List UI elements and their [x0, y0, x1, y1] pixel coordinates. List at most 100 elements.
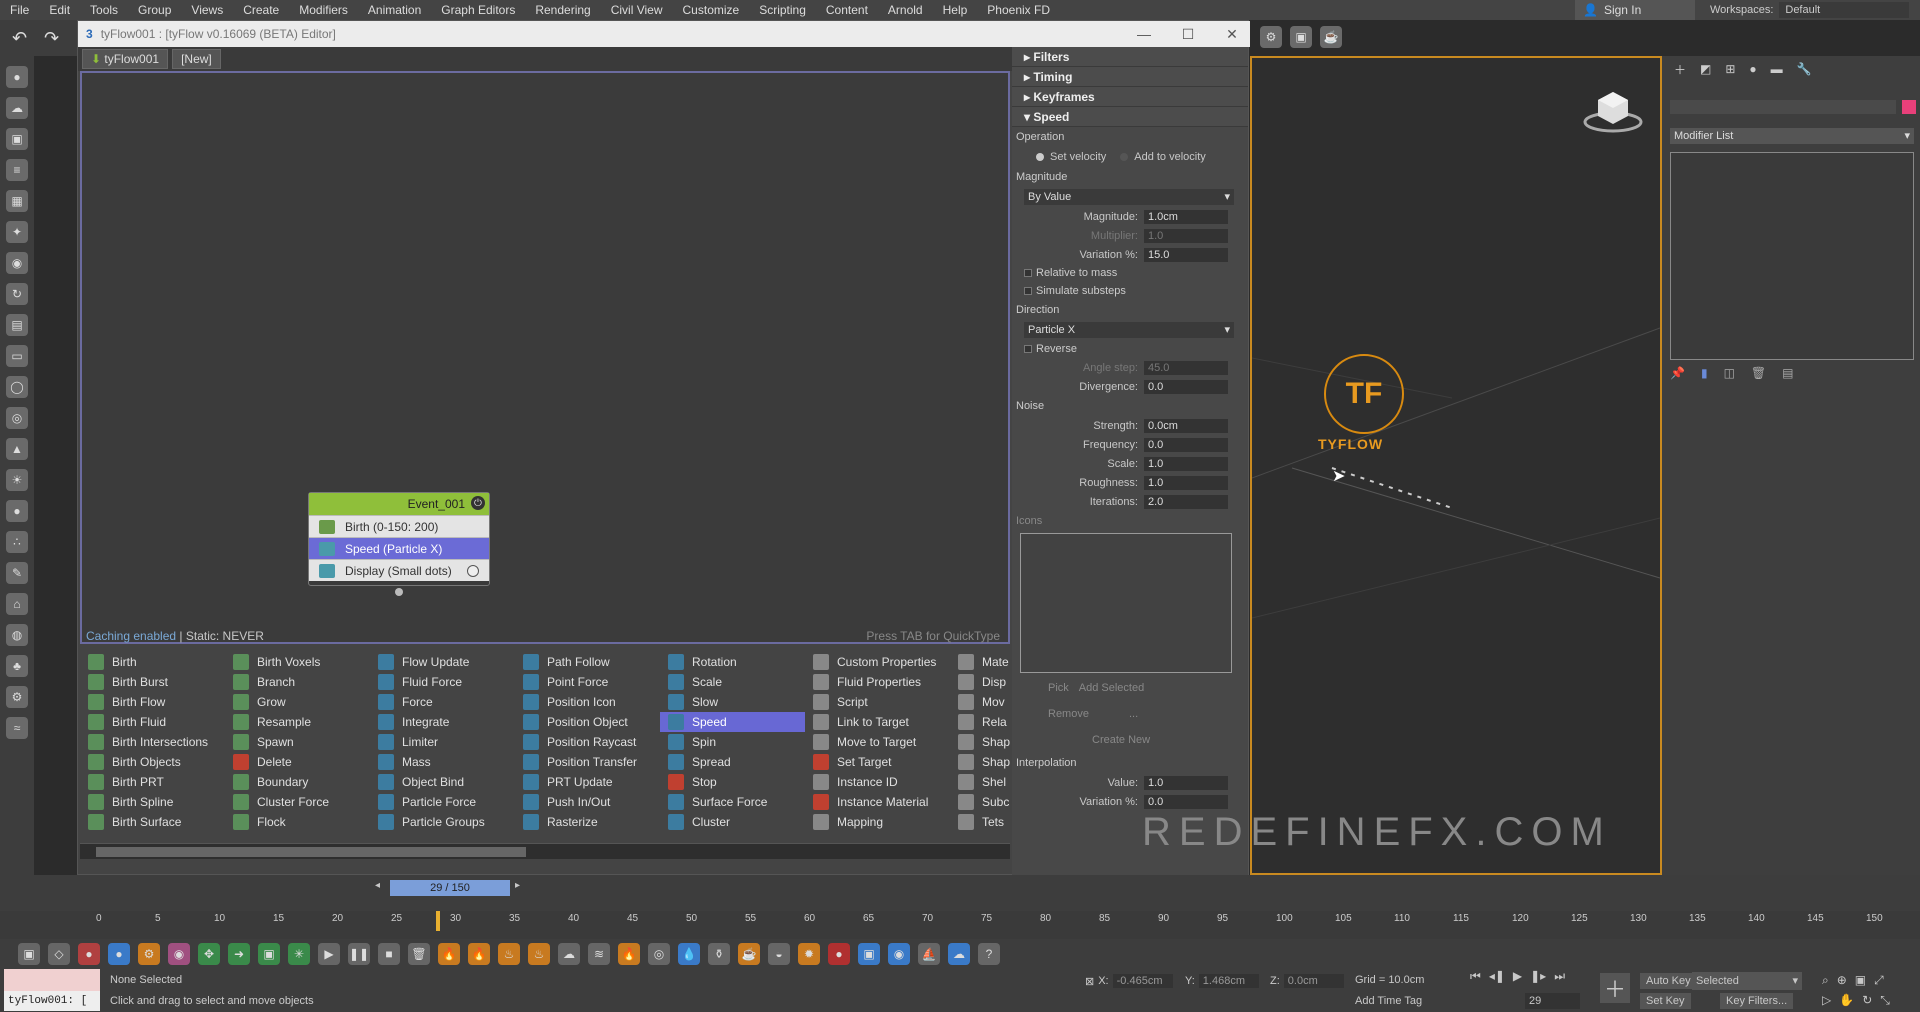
palette-op-birth-burst[interactable]: Birth Burst	[80, 672, 225, 692]
smoke-icon[interactable]: ☁	[558, 943, 580, 965]
selection-set-dropdown[interactable]: Selected ▾	[1692, 972, 1802, 990]
show-end-result-icon[interactable]: ▮	[1701, 366, 1708, 380]
zoom-icon[interactable]: ⌕	[1822, 973, 1829, 988]
grid-icon[interactable]: ▦	[6, 190, 28, 212]
event-node[interactable]: Event_001 ⏻ Birth (0-150: 200) Speed (Pa…	[308, 492, 490, 586]
teapot-icon[interactable]: ●	[6, 66, 28, 88]
motion-tab-icon[interactable]: ●	[1749, 62, 1756, 76]
palette-op-fluid-force[interactable]: Fluid Force	[370, 672, 515, 692]
palette-op-flow-update[interactable]: Flow Update	[370, 652, 515, 672]
create-tab-icon[interactable]: ＋	[1674, 61, 1686, 78]
fluid-icon[interactable]: ≈	[6, 717, 28, 739]
palette-op-rasterize[interactable]: Rasterize	[515, 812, 660, 832]
sign-in-button[interactable]: 👤 Sign In	[1575, 0, 1695, 20]
menu-item-file[interactable]: File	[0, 0, 39, 20]
go-to-start-icon[interactable]: ⏮	[1470, 969, 1481, 984]
blue-box-icon[interactable]: ▣	[858, 943, 880, 965]
hierarchy-tab-icon[interactable]: ⊞	[1725, 62, 1735, 76]
disc-icon[interactable]: ●	[6, 500, 28, 522]
maxscript-listener[interactable]	[4, 969, 100, 991]
palette-op-spin[interactable]: Spin	[660, 732, 805, 752]
palette-op-script[interactable]: Script	[805, 692, 950, 712]
menu-item-civil-view[interactable]: Civil View	[601, 0, 673, 20]
lock-icon[interactable]: ⊠	[1085, 975, 1094, 988]
pick-button[interactable]: Pick	[1048, 682, 1069, 694]
flow-canvas[interactable]: Event_001 ⏻ Birth (0-150: 200) Speed (Pa…	[80, 71, 1010, 644]
palette-op-birth-fluid[interactable]: Birth Fluid	[80, 712, 225, 732]
set-velocity-radio[interactable]: Set velocity	[1036, 151, 1106, 163]
pan-icon[interactable]: ✋	[1839, 993, 1854, 1008]
fire2-icon[interactable]: 🔥	[468, 943, 490, 965]
menu-item-graph-editors[interactable]: Graph Editors	[431, 0, 525, 20]
sun-icon[interactable]: ☀	[6, 469, 28, 491]
green-move-icon[interactable]: ✥	[198, 943, 220, 965]
workspace-selector[interactable]: Workspaces: Default	[1710, 0, 1920, 20]
yellow-gear-icon[interactable]: ⚙	[138, 943, 160, 965]
palette-op-disp[interactable]: Disp	[950, 672, 1010, 692]
prev-frame-icon[interactable]: ◂	[375, 880, 380, 891]
palette-op-birth-prt[interactable]: Birth PRT	[80, 772, 225, 792]
palette-op-surface-force[interactable]: Surface Force	[660, 792, 805, 812]
palette-op-birth[interactable]: Birth	[80, 652, 225, 672]
scale-spinner[interactable]: 1.0	[1144, 456, 1228, 471]
track-bar[interactable]: 0 5 10 15 20 25 30 35 40 45 50 55 60 65 70 75 80 85 90 95 10…	[0, 911, 1920, 939]
simulate-substeps-checkbox[interactable]: Simulate substeps	[1012, 282, 1248, 300]
fire-icon[interactable]: 🔥	[438, 943, 460, 965]
palette-op-grow[interactable]: Grow	[225, 692, 370, 712]
close-icon[interactable]: ✕	[1214, 21, 1250, 47]
perspective-viewport[interactable]: TF TYFLOW ➤	[1250, 56, 1662, 875]
event-header[interactable]: Event_001 ⏻	[309, 493, 489, 515]
render-teapot-icon[interactable]: ☕	[1320, 26, 1342, 48]
orbit-icon[interactable]: ↻	[1862, 993, 1872, 1008]
object-icon[interactable]: ▣	[18, 943, 40, 965]
make-unique-icon[interactable]: ◫	[1724, 366, 1735, 380]
modify-tab-icon[interactable]: ◩	[1700, 62, 1711, 76]
variation-spinner[interactable]: 15.0	[1144, 247, 1228, 262]
minimize-icon[interactable]: —	[1126, 21, 1162, 47]
menu-item-arnold[interactable]: Arnold	[878, 0, 933, 20]
menu-item-modifiers[interactable]: Modifiers	[289, 0, 358, 20]
palette-op-particle-force[interactable]: Particle Force	[370, 792, 515, 812]
pause-icon[interactable]: ❚❚	[348, 943, 370, 965]
multiplier-spinner[interactable]: 1.0	[1144, 228, 1228, 243]
utilities-tab-icon[interactable]: 🔧	[1797, 62, 1812, 76]
palette-op-position-raycast[interactable]: Position Raycast	[515, 732, 660, 752]
palette-op-scale[interactable]: Scale	[660, 672, 805, 692]
cup-icon[interactable]: ☕	[738, 943, 760, 965]
palette-op-speed[interactable]: Speed	[660, 712, 805, 732]
film-icon[interactable]: ▤	[6, 314, 28, 336]
palette-op-cluster[interactable]: Cluster	[660, 812, 805, 832]
maximize-viewport-icon[interactable]: ⤢	[1874, 973, 1884, 988]
fov-icon[interactable]: ▷	[1822, 993, 1831, 1008]
blue-cloud-icon[interactable]: ☁	[948, 943, 970, 965]
red-ball-icon[interactable]: ●	[828, 943, 850, 965]
menu-item-group[interactable]: Group	[128, 0, 181, 20]
strength-spinner[interactable]: 0.0cm	[1144, 418, 1228, 433]
iterations-spinner[interactable]: 2.0	[1144, 494, 1228, 509]
palette-op-object-bind[interactable]: Object Bind	[370, 772, 515, 792]
green-arrow-icon[interactable]: ➜	[228, 943, 250, 965]
zoom-extents-icon[interactable]: ▣	[1855, 973, 1866, 988]
palette-op-mov[interactable]: Mov	[950, 692, 1010, 712]
cone-icon[interactable]: ▲	[6, 438, 28, 460]
palette-op-slow[interactable]: Slow	[660, 692, 805, 712]
palette-op-particle-groups[interactable]: Particle Groups	[370, 812, 515, 832]
pink-icon[interactable]: ◉	[168, 943, 190, 965]
palette-op-mapping[interactable]: Mapping	[805, 812, 950, 832]
palette-op-move-to-target[interactable]: Move to Target	[805, 732, 950, 752]
configure-sets-icon[interactable]: ▤	[1782, 366, 1793, 380]
stop-icon[interactable]: ■	[378, 943, 400, 965]
palette-op-spread[interactable]: Spread	[660, 752, 805, 772]
menu-item-phoenix-fd[interactable]: Phoenix FD	[977, 0, 1060, 20]
menu-item-views[interactable]: Views	[181, 0, 233, 20]
z-field[interactable]: 0.0cm	[1283, 974, 1344, 988]
palette-op-position-icon[interactable]: Position Icon	[515, 692, 660, 712]
magnitude-mode-dropdown[interactable]: By Value ▾	[1024, 189, 1234, 205]
palette-op-instance-material[interactable]: Instance Material	[805, 792, 950, 812]
key-filters-button[interactable]: Key Filters...	[1720, 993, 1794, 1009]
rollout-timing[interactable]: ▸ Timing	[1012, 67, 1248, 87]
sphere-icon[interactable]: ◯	[6, 376, 28, 398]
blue-swirl-icon[interactable]: ◉	[888, 943, 910, 965]
undo-icon[interactable]: ↶	[12, 28, 27, 49]
workspace-value[interactable]: Default	[1779, 2, 1910, 18]
